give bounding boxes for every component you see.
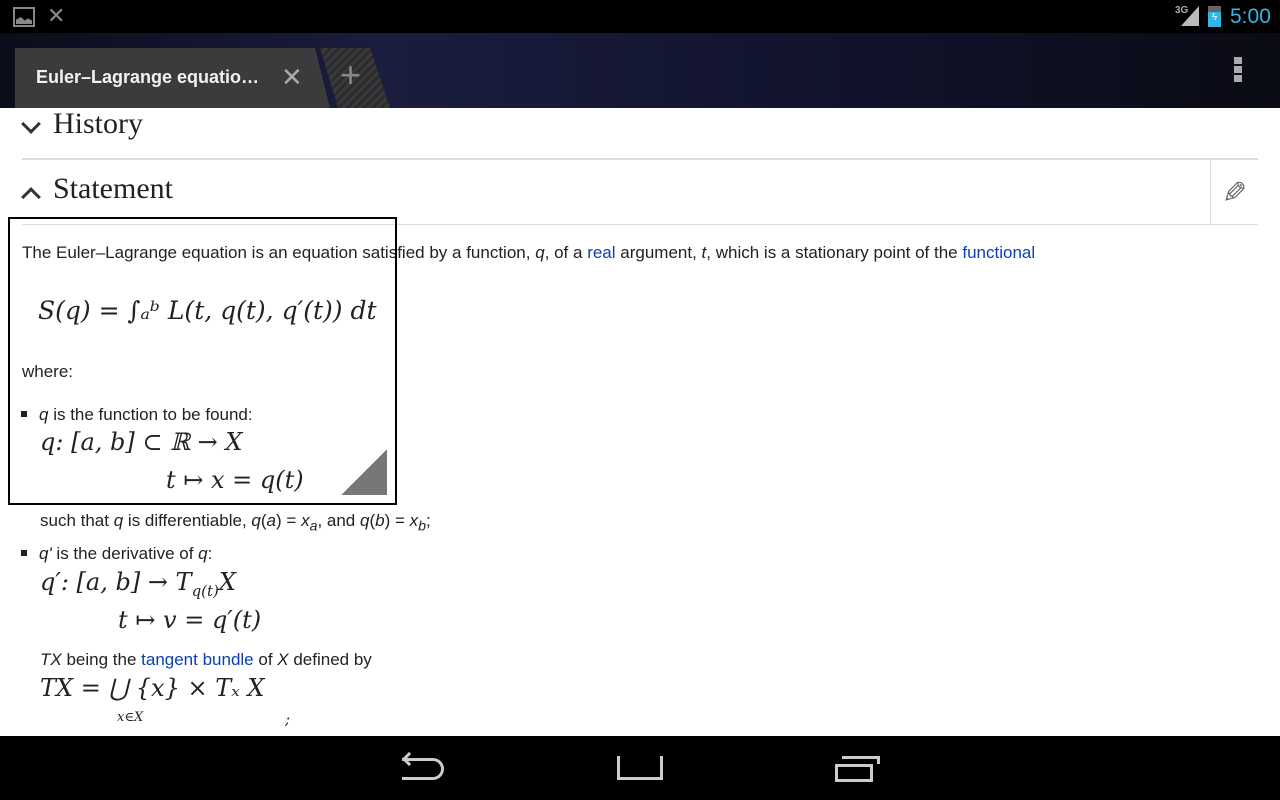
text: a <box>266 511 277 530</box>
text: q′: [a, b] → T <box>40 568 192 596</box>
tab-title: Euler–Lagrange equatio… <box>36 67 260 87</box>
text: q(t) <box>191 581 219 600</box>
new-tab-button[interactable]: + <box>320 48 390 108</box>
home-icon[interactable] <box>617 756 663 780</box>
text: TX <box>40 650 62 669</box>
text: X <box>277 650 289 669</box>
network-type: 3G <box>1175 5 1189 16</box>
text: , and <box>317 511 360 530</box>
text: q <box>251 511 261 530</box>
bullet-text: such that q is differentiable, q(a) = xa… <box>40 511 431 534</box>
close-tab-icon[interactable]: ✕ <box>281 62 303 93</box>
text: argument, <box>615 243 702 262</box>
bullet-text: q' is the derivative of q: <box>39 544 212 564</box>
text: b <box>418 518 427 535</box>
link-tangent-bundle[interactable]: tangent bundle <box>141 650 254 669</box>
text: ) = <box>384 511 410 530</box>
equation-subscript: x∈X <box>117 710 144 725</box>
browser-tab-bar: Euler–Lagrange equatio… ✕ + <box>0 33 1280 108</box>
section-title: History <box>53 107 143 140</box>
section-title: Statement <box>53 172 173 205</box>
text: such that <box>40 511 114 530</box>
text: of <box>253 650 278 669</box>
text: b <box>375 511 385 530</box>
recent-apps-back <box>842 756 880 764</box>
close-notification-icon[interactable]: ✕ <box>47 3 65 29</box>
equation: q′: [a, b] → Tq(t)X <box>40 568 236 600</box>
text: q' <box>39 544 52 563</box>
equation: TX = ⋃ {x} × Tₓ X <box>40 674 265 702</box>
recent-apps-icon[interactable] <box>835 764 873 782</box>
text: being the <box>61 650 142 669</box>
text: x <box>301 511 310 530</box>
resize-handle[interactable] <box>341 449 387 495</box>
text: ) = <box>276 511 302 530</box>
text: , of a <box>544 243 588 262</box>
link-functional[interactable]: functional <box>962 243 1035 262</box>
edit-pencil-icon[interactable]: ✎ <box>1222 176 1247 211</box>
overflow-menu-icon[interactable] <box>1234 57 1242 82</box>
clock: 5:00 <box>1230 5 1271 28</box>
status-bar: ✕ 3G ϟ 5:00 <box>0 0 1280 33</box>
text: q <box>198 544 208 563</box>
link-real[interactable]: real <box>587 243 615 262</box>
text: x <box>409 511 419 530</box>
text: is differentiable, <box>123 511 252 530</box>
text: is the derivative of <box>51 544 199 563</box>
text: : <box>207 544 213 563</box>
chevron-down-icon <box>21 114 41 134</box>
text: , which is a stationary point of the <box>706 243 963 262</box>
active-tab[interactable]: Euler–Lagrange equatio… ✕ <box>15 48 330 108</box>
text: ; <box>426 511 431 530</box>
battery-charging-icon: ϟ <box>1208 6 1221 27</box>
plus-icon: + <box>340 54 362 95</box>
equation-end: ; <box>285 710 291 728</box>
divider <box>22 158 1258 160</box>
image-notification-icon <box>13 7 35 27</box>
navigation-bar <box>0 736 1280 800</box>
equation: t ↦ v = q′(t) <box>118 606 262 634</box>
text: q <box>535 243 545 262</box>
bullet <box>21 550 27 556</box>
text: q <box>113 511 124 530</box>
divider <box>1210 160 1211 224</box>
paragraph: TX being the tangent bundle of X defined… <box>40 650 372 670</box>
text-selection-box[interactable] <box>8 217 397 505</box>
chevron-up-icon <box>21 187 41 207</box>
text: X <box>218 568 236 596</box>
text: defined by <box>288 650 372 669</box>
